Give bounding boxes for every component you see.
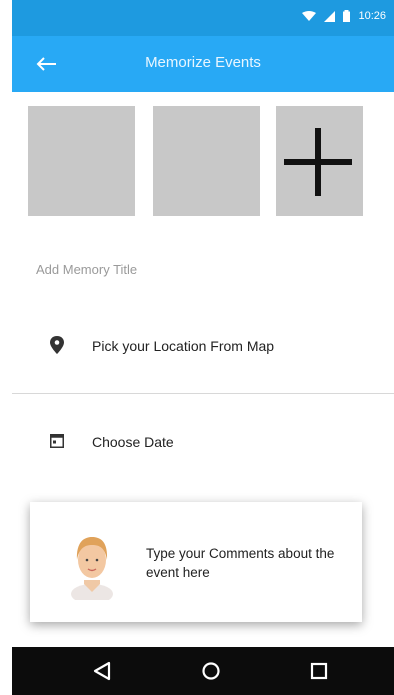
comment-input[interactable]: Type your Comments about the event here	[146, 544, 346, 582]
choose-date-label: Choose Date	[92, 434, 174, 450]
nav-back-icon[interactable]	[91, 660, 113, 682]
divider	[12, 393, 394, 394]
choose-date-row[interactable]: Choose Date	[12, 418, 394, 468]
battery-icon	[343, 10, 351, 22]
wifi-icon	[302, 10, 317, 21]
nav-home-icon[interactable]	[200, 660, 222, 682]
add-photo-button[interactable]	[276, 106, 363, 216]
status-icons: 10:26	[302, 10, 386, 22]
plus-icon	[284, 128, 352, 196]
nav-recent-apps-icon[interactable]	[308, 660, 330, 682]
page-title: Memorize Events	[145, 54, 261, 71]
photo-slot-2[interactable]	[153, 106, 260, 216]
photo-slot-1[interactable]	[28, 106, 135, 216]
pick-location-label: Pick your Location From Map	[92, 338, 275, 354]
app-bar: Memorize Events	[12, 36, 394, 92]
memory-title-input[interactable]: Add Memory Title	[36, 262, 137, 277]
navigation-bar	[12, 647, 394, 695]
status-bar: 10:26	[12, 0, 394, 36]
calendar-icon	[50, 434, 64, 448]
pick-location-row[interactable]: Pick your Location From Map	[12, 322, 394, 372]
avatar	[71, 537, 113, 600]
signal-icon	[324, 10, 336, 22]
status-time: 10:26	[358, 10, 386, 22]
map-pin-icon	[50, 336, 64, 354]
comment-card[interactable]: Type your Comments about the event here	[30, 502, 362, 622]
photo-row	[28, 106, 363, 218]
